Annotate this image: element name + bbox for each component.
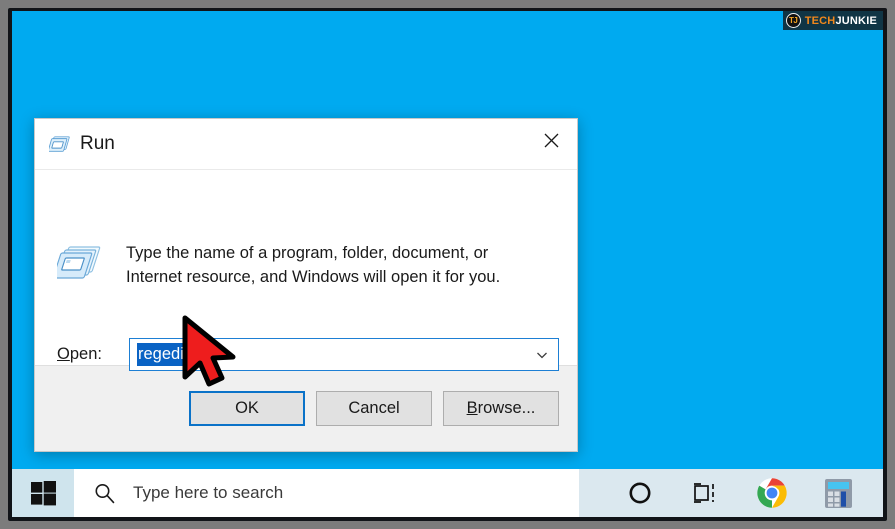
techjunkie-brand-text: TECHJUNKIE	[805, 15, 877, 27]
dialog-body: Type the name of a program, folder, docu…	[35, 169, 577, 371]
open-input-value[interactable]: regedit	[137, 343, 190, 366]
dialog-title: Run	[80, 133, 115, 154]
dialog-footer: OK Cancel Browse...	[35, 365, 577, 451]
run-window-icon	[49, 135, 70, 152]
ok-button[interactable]: OK	[189, 391, 305, 426]
description-row: Type the name of a program, folder, docu…	[57, 242, 559, 290]
techjunkie-logo-icon: TJ	[785, 13, 801, 28]
cortana-button[interactable]	[607, 469, 673, 517]
open-label: Open:	[57, 345, 129, 364]
run-window-icon	[57, 246, 101, 279]
browse-rest: rowse...	[477, 399, 536, 417]
screenshot-frame: TJ TECHJUNKIE Run Type the name of a pro…	[0, 0, 895, 529]
brand-junkie: JUNKIE	[835, 14, 877, 27]
open-label-rest: pen:	[69, 345, 102, 363]
chrome-button[interactable]	[739, 469, 805, 517]
close-button[interactable]	[525, 119, 577, 161]
browse-accesskey: B	[466, 399, 478, 417]
chevron-down-icon[interactable]	[535, 348, 549, 362]
calculator-button[interactable]	[805, 469, 871, 517]
cortana-icon	[629, 482, 651, 504]
windows-desktop[interactable]: TJ TECHJUNKIE Run Type the name of a pro…	[12, 11, 883, 517]
close-icon	[544, 133, 558, 147]
taskbar[interactable]: Type here to search	[12, 469, 883, 517]
chrome-icon	[757, 478, 787, 508]
taskbar-icons	[579, 469, 883, 517]
calculator-icon	[824, 478, 852, 508]
brand-tech: TECH	[804, 14, 836, 27]
open-combobox[interactable]: regedit	[129, 338, 559, 371]
task-view-button[interactable]	[673, 469, 739, 517]
description-text: Type the name of a program, folder, docu…	[126, 244, 501, 286]
open-row: Open: regedit	[57, 338, 559, 371]
search-input[interactable]: Type here to search	[74, 469, 579, 517]
task-view-icon	[694, 483, 714, 503]
start-button[interactable]	[12, 469, 74, 517]
windows-logo-icon	[30, 480, 56, 505]
cancel-button[interactable]: Cancel	[316, 391, 432, 426]
search-icon	[95, 483, 115, 503]
search-placeholder-text: Type here to search	[133, 483, 284, 502]
run-dialog[interactable]: Run Type the name of a program, folder, …	[34, 118, 578, 452]
techjunkie-watermark: TJ TECHJUNKIE	[782, 11, 883, 30]
techjunkie-logo-text: TJ	[789, 15, 798, 25]
open-label-accesskey: O	[57, 345, 70, 363]
dialog-title-bar[interactable]: Run	[35, 119, 577, 169]
browse-button[interactable]: Browse...	[443, 391, 559, 426]
